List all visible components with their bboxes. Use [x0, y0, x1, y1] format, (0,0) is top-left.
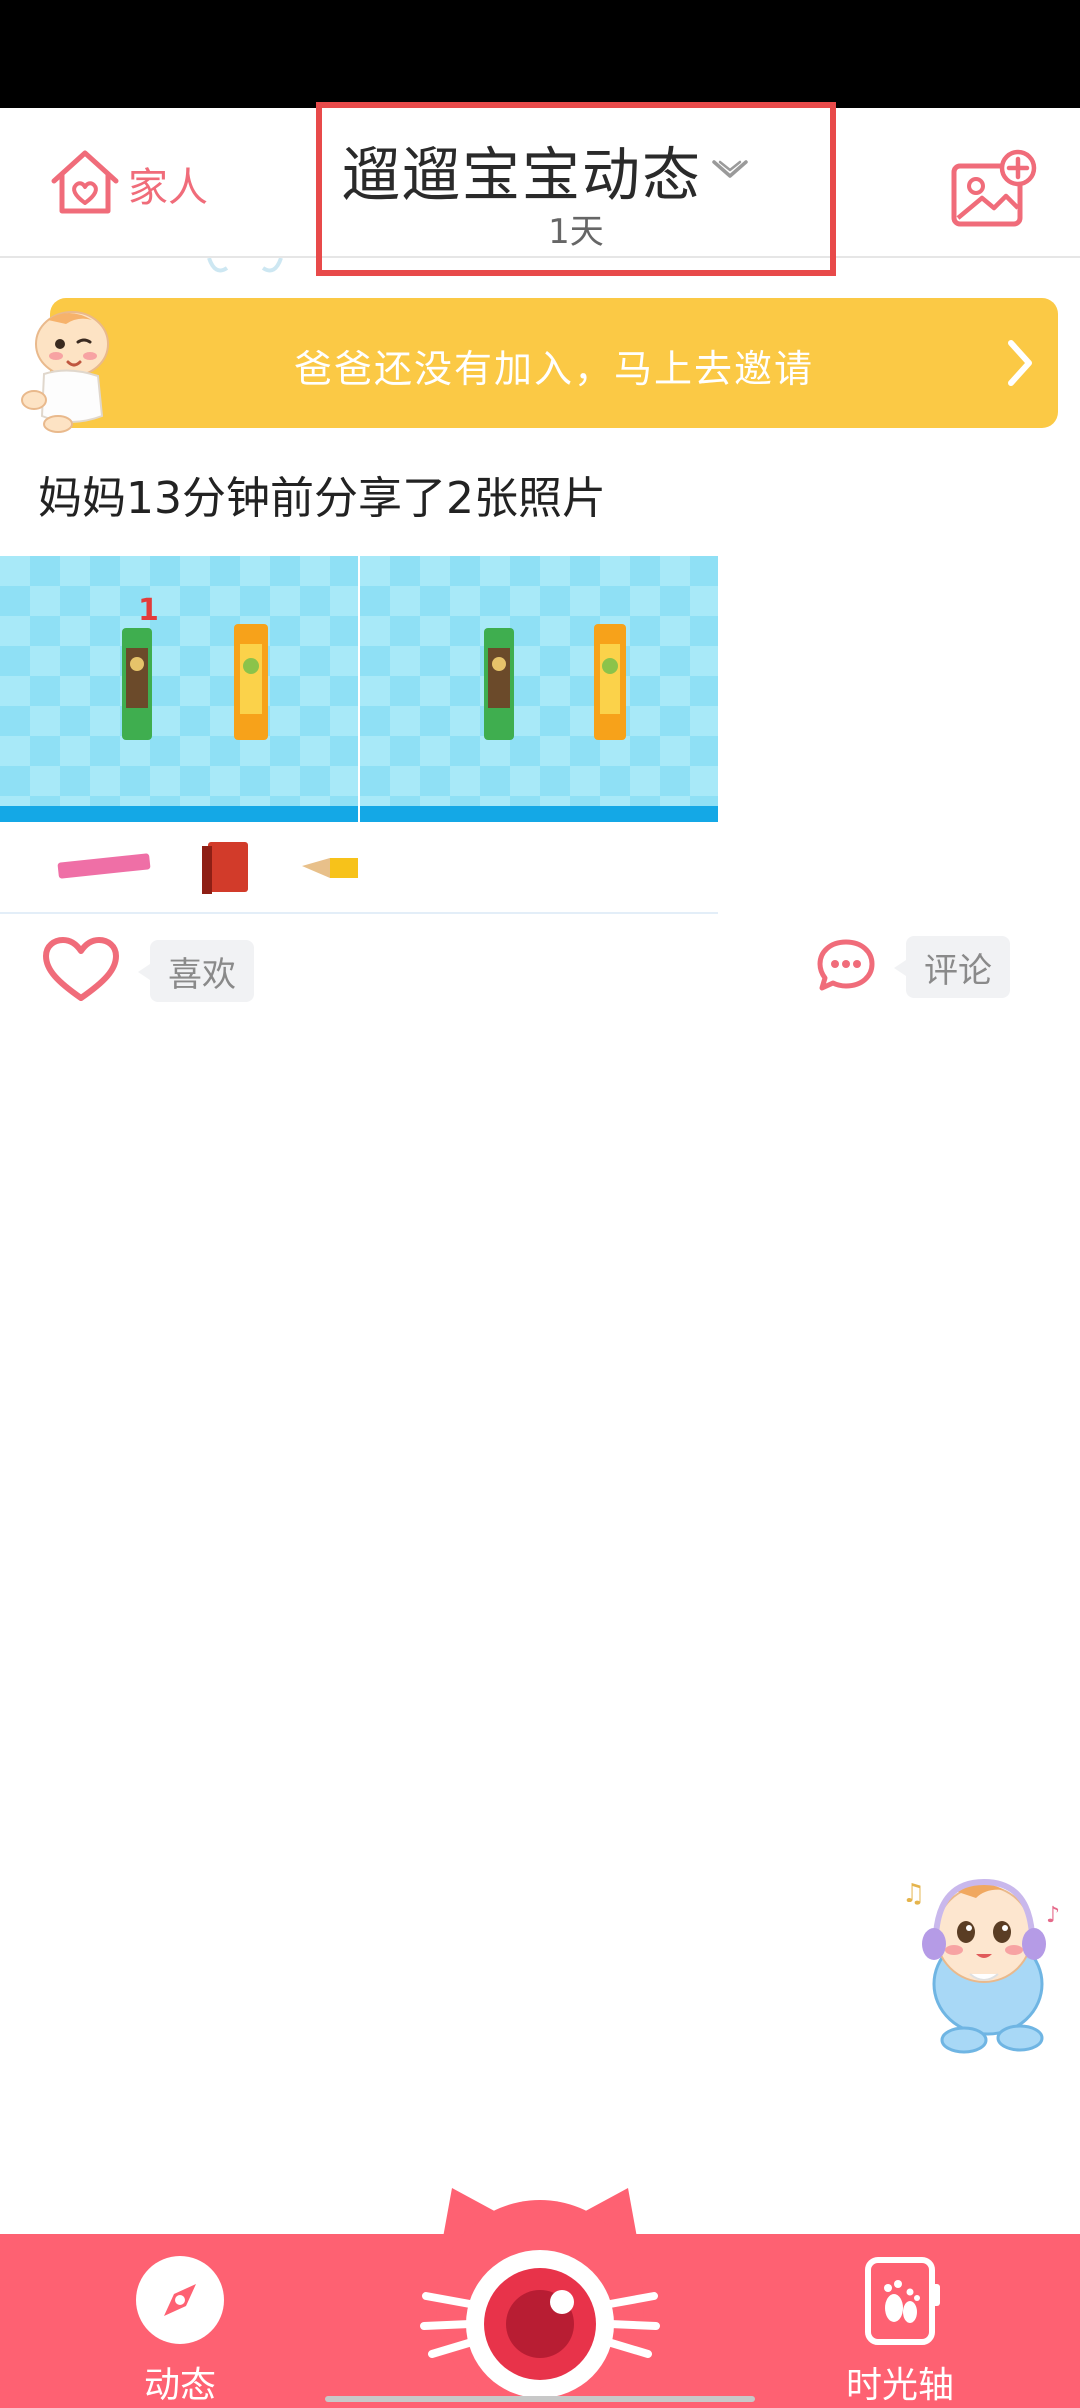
status-bar	[0, 0, 1080, 108]
mascot-feet-decoration	[205, 257, 285, 280]
app-screen: 家人 遛遛宝宝动态 1天 爸爸还没有加入，马上去邀请 妈妈13分钟前分享了2张照…	[0, 0, 1080, 2408]
post-description: 妈妈13分钟前分享了2张照片	[38, 473, 606, 524]
comment-label: 评论	[894, 936, 1010, 998]
post-photos: 1	[0, 556, 718, 914]
family-button[interactable]: 家人	[46, 144, 208, 224]
compass-icon	[134, 2256, 226, 2350]
svg-text:♫: ♫	[902, 1879, 925, 1909]
photo-number: 1	[138, 593, 159, 628]
photo-add-icon	[950, 149, 1040, 234]
tab-timeline[interactable]: 时光轴	[835, 2254, 965, 2408]
post-photo-2[interactable]	[360, 556, 718, 914]
header: 家人 遛遛宝宝动态 1天	[0, 102, 1080, 276]
divider	[0, 912, 718, 914]
chevron-down-icon	[710, 158, 750, 188]
baby-switcher[interactable]: 遛遛宝宝动态	[342, 128, 750, 212]
footprint-card-icon	[854, 2257, 946, 2350]
tab-dynamic[interactable]: 动态	[130, 2254, 230, 2408]
baby-age: 1天	[548, 212, 604, 252]
tab-dynamic-label: 动态	[143, 2365, 216, 2406]
house-heart-icon	[46, 145, 124, 223]
baby-mascot-image	[18, 304, 118, 434]
camera-button[interactable]	[420, 2178, 660, 2408]
page-title: 遛遛宝宝动态	[342, 141, 703, 209]
comment-button[interactable]: 评论	[816, 936, 1010, 998]
home-indicator	[325, 2396, 755, 2402]
like-button[interactable]: 喜欢	[42, 936, 254, 1006]
heart-icon	[42, 936, 120, 1006]
family-label: 家人	[128, 165, 208, 211]
post-photo-1[interactable]: 1	[0, 556, 358, 914]
invite-text: 爸爸还没有加入，马上去邀请	[293, 347, 814, 391]
invite-dad-banner[interactable]: 爸爸还没有加入，马上去邀请	[50, 298, 1058, 428]
svg-text:♪: ♪	[1046, 1903, 1060, 1928]
chevron-right-icon	[1006, 338, 1034, 392]
tab-timeline-label: 时光轴	[845, 2365, 954, 2406]
photo-add-button[interactable]	[950, 148, 1040, 230]
title-highlight: 遛遛宝宝动态 1天	[316, 102, 836, 276]
comment-icon	[816, 938, 876, 996]
floating-music-baby[interactable]: ♫ ♪	[900, 1862, 1060, 2057]
like-label: 喜欢	[138, 940, 254, 1002]
